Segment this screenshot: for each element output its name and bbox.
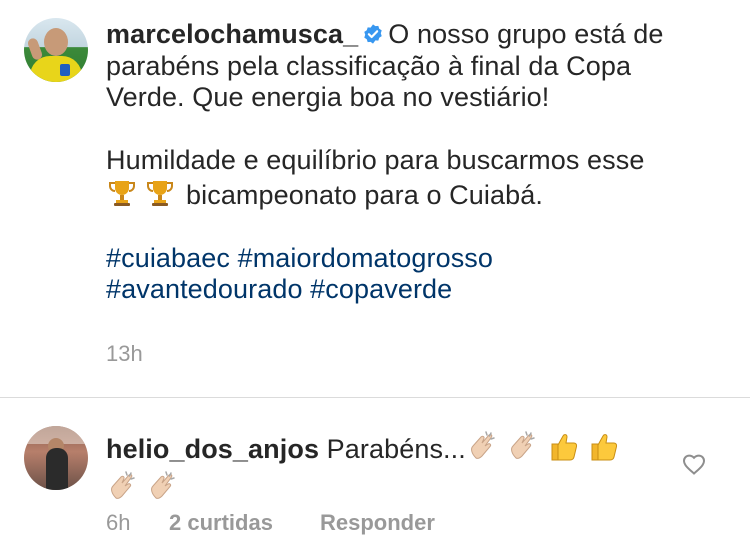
post-caption: marcelochamusca_ O nosso grupo está de pa…: [0, 0, 750, 398]
avatar-face: [44, 28, 68, 56]
thumbs-up-icon: [591, 434, 617, 461]
caption-line-5-row: bicampeonato para o Cuiabá.: [106, 177, 726, 212]
hashtags-line-1: #cuiabaec #maiordomatogrosso: [106, 243, 726, 275]
hashtags-row-2[interactable]: #avantedourado #copaverde: [106, 274, 452, 304]
caption-text: marcelochamusca_ O nosso grupo está de pa…: [106, 19, 726, 306]
hashtags-row-1[interactable]: #cuiabaec #maiordomatogrosso: [106, 243, 493, 273]
avatar-figure: [46, 448, 68, 490]
reply-likes-count[interactable]: 2 curtidas: [169, 510, 273, 536]
avatar-shirt-badge: [60, 64, 70, 76]
reply-message: Parabéns...: [326, 434, 466, 464]
poster-username[interactable]: marcelochamusca_: [106, 19, 358, 49]
clapping-hands-icon: [111, 471, 135, 499]
caption-line-3: Verde. Que energia boa no vestiário!: [106, 82, 550, 112]
clapping-hands-icon: [510, 431, 535, 459]
trophy-icon: [109, 180, 135, 206]
reply-timestamp: 6h: [106, 510, 131, 535]
verified-badge-icon: [364, 24, 382, 44]
caption-line-1: O nosso grupo está de: [388, 19, 664, 49]
caption-line-4: Humildade e equilíbrio para buscarmos es…: [106, 145, 645, 175]
heart-outline-icon[interactable]: [681, 452, 707, 476]
hashtags-line-2: #avantedourado #copaverde: [106, 274, 726, 306]
reply-text: helio_dos_anjos Parabéns...: [106, 428, 726, 508]
poster-avatar[interactable]: [24, 18, 88, 82]
post-timestamp: 13h: [106, 341, 143, 366]
clapping-hands-icon: [470, 431, 495, 459]
caption-line-5: bicampeonato para o Cuiabá.: [186, 179, 543, 210]
thumbs-up-icon: [551, 434, 577, 461]
replier-avatar[interactable]: [24, 426, 88, 490]
reply-button[interactable]: Responder: [320, 510, 435, 536]
trophy-icon: [147, 180, 173, 206]
caption-line-2: parabéns pela classificação à final da C…: [106, 50, 632, 81]
replier-username[interactable]: helio_dos_anjos: [106, 434, 319, 464]
caption-first-line: marcelochamusca_ O nosso grupo está de: [106, 19, 726, 51]
avatar-shirt: [30, 56, 82, 82]
clapping-hands-icon: [151, 471, 175, 499]
section-divider: [0, 397, 750, 398]
